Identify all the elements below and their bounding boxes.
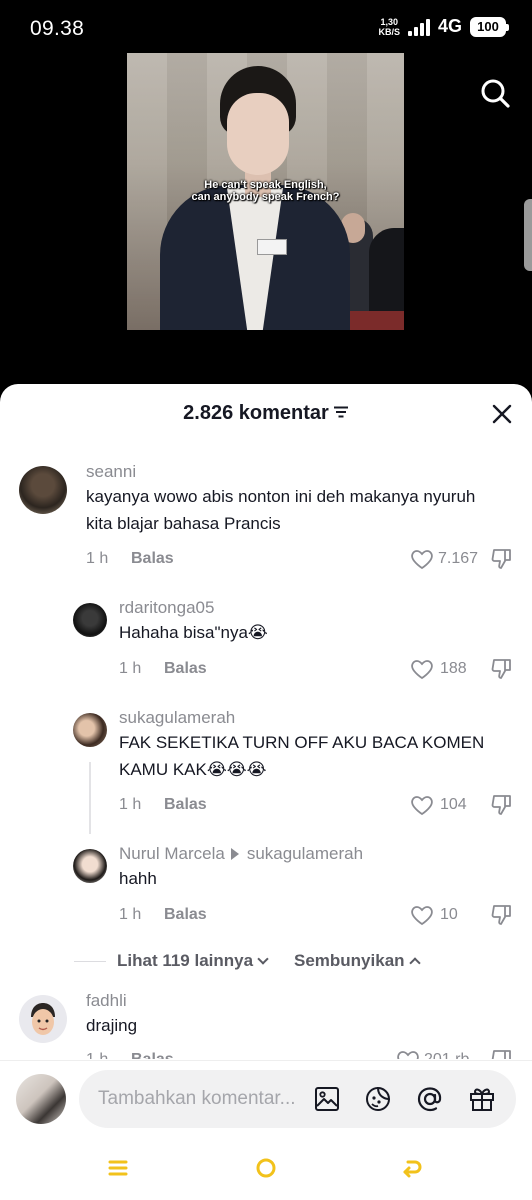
comment-username[interactable]: sukagulamerah <box>119 708 235 728</box>
comment-text-line: FAK SEKETIKA TURN OFF AKU BACA KOMEN <box>119 733 485 752</box>
network-speed: 1,30 KB/S <box>378 17 400 37</box>
network-speed-value: 1,30 <box>380 16 398 27</box>
hide-replies-button[interactable]: Sembunyikan <box>294 951 421 971</box>
reply-arrow-icon <box>230 848 239 860</box>
heart-icon[interactable] <box>410 657 434 681</box>
divider <box>74 961 106 962</box>
heart-icon[interactable] <box>410 793 434 817</box>
comment-reply-item: sukagulamerah FAK SEKETIKA TURN OFF AKU … <box>0 708 532 832</box>
close-icon[interactable] <box>490 402 514 426</box>
chevron-up-icon <box>408 957 421 969</box>
comment-text-line: KAMU KAK😭😭😭 <box>119 760 267 779</box>
avatar[interactable] <box>19 995 67 1043</box>
comment-username-label: Nurul Marcela <box>119 844 225 863</box>
comment-username[interactable]: Nurul Marcela sukagulamerah <box>119 844 363 864</box>
subtitle-line-2: can anybody speak French? <box>191 191 340 203</box>
reply-button[interactable]: Balas <box>164 796 207 814</box>
comment-item: fadhli drajing 1 h Balas 201 rb <box>0 991 532 1059</box>
heart-icon[interactable] <box>410 903 434 927</box>
battery-icon: 100 <box>470 16 509 37</box>
replies-toggle-row: Lihat 119 lainnya Sembunyikan <box>0 947 532 977</box>
video-player[interactable]: He can't speak English, can anybody spea… <box>127 53 404 330</box>
network-type: 4G <box>437 16 462 36</box>
like-count: 104 <box>440 796 467 813</box>
comment-username[interactable]: rdaritonga05 <box>119 598 214 618</box>
comment-time: 1 h <box>119 906 142 923</box>
comment-username[interactable]: seanni <box>86 462 136 482</box>
side-panel-handle[interactable] <box>524 199 532 271</box>
like-count: 10 <box>440 906 458 923</box>
like-count: 188 <box>440 660 467 677</box>
gift-icon[interactable] <box>468 1085 496 1113</box>
comment-time: 1 h <box>119 660 142 677</box>
reply-button[interactable]: Balas <box>164 906 207 924</box>
image-icon[interactable] <box>313 1085 341 1113</box>
hide-label: Sembunyikan <box>294 951 405 970</box>
comment-count-label: 2.826 komentar <box>183 402 329 424</box>
heart-icon[interactable] <box>410 547 434 571</box>
comment-reply-item: rdaritonga05 Hahaha bisa"nya😭 1 h Balas … <box>0 598 532 692</box>
view-more-label: Lihat 119 lainnya <box>117 951 254 970</box>
system-nav-bar <box>0 1136 532 1200</box>
dislike-icon[interactable] <box>490 547 514 571</box>
like-count: 7.167 <box>438 550 479 567</box>
my-avatar[interactable] <box>16 1074 66 1124</box>
search-icon[interactable] <box>479 77 511 109</box>
avatar[interactable] <box>73 603 107 637</box>
dislike-icon[interactable] <box>490 1048 514 1059</box>
mention-icon[interactable] <box>416 1085 444 1113</box>
reply-button[interactable]: Balas <box>131 550 174 568</box>
video-subtitle: He can't speak English, can anybody spea… <box>127 179 404 203</box>
comment-input-placeholder: Tambahkan komentar... <box>98 1088 296 1109</box>
sort-icon[interactable] <box>333 406 349 418</box>
dislike-icon[interactable] <box>490 793 514 817</box>
comment-time: 1 h <box>86 1051 108 1059</box>
comment-list[interactable]: seanni kayanya wowo abis nonton ini deh … <box>0 444 532 1059</box>
comment-sheet: 2.826 komentar seanni kayanya wowo abis … <box>0 384 532 1200</box>
comment-text-line: kayanya wowo abis nonton ini deh makanya… <box>86 487 476 506</box>
avatar[interactable] <box>19 466 67 514</box>
signal-icon <box>407 18 430 36</box>
status-time: 09.38 <box>30 17 85 40</box>
reply-button[interactable]: Balas <box>164 660 207 678</box>
comment-time: 1 h <box>119 796 142 813</box>
comment-text-line: hahh <box>119 869 157 888</box>
like-count: 201 rb <box>424 1051 469 1059</box>
back-icon[interactable] <box>400 1156 424 1180</box>
home-circle-icon[interactable] <box>254 1156 278 1180</box>
view-more-replies-button[interactable]: Lihat 119 lainnya <box>117 951 269 971</box>
dislike-icon[interactable] <box>490 657 514 681</box>
status-bar: 09.38 1,30 KB/S 4G 100 <box>0 0 532 56</box>
comment-reply-item: Nurul Marcela sukagulamerah hahh 1 h Bala… <box>0 844 532 938</box>
subtitle-line-1: He can't speak English, <box>204 179 327 191</box>
chevron-down-icon <box>257 953 269 965</box>
network-speed-unit: KB/S <box>378 26 400 37</box>
comment-count-title[interactable]: 2.826 komentar <box>0 402 532 425</box>
emoji-icon[interactable] <box>364 1085 392 1113</box>
dislike-icon[interactable] <box>490 903 514 927</box>
heart-icon[interactable] <box>396 1048 420 1059</box>
reply-button[interactable]: Balas <box>131 1051 174 1059</box>
comment-sheet-header: 2.826 komentar <box>0 384 532 444</box>
comment-input-bar: Tambahkan komentar... <box>0 1060 532 1136</box>
comment-time: 1 h <box>86 550 109 567</box>
comment-text-line: drajing <box>86 1016 138 1035</box>
comment-input[interactable]: Tambahkan komentar... <box>79 1070 516 1128</box>
comment-username[interactable]: fadhli <box>86 991 127 1011</box>
comment-text-line: Hahaha bisa"nya😭 <box>119 623 268 642</box>
status-indicators: 1,30 KB/S 4G 100 <box>378 16 509 37</box>
avatar[interactable] <box>73 713 107 747</box>
menu-icon[interactable] <box>106 1156 130 1180</box>
reply-to-username[interactable]: sukagulamerah <box>247 844 363 863</box>
memoji-icon <box>31 1003 55 1035</box>
comment-item: seanni kayanya wowo abis nonton ini deh … <box>0 462 532 586</box>
comment-text-line: kita blajar bahasa Prancis <box>86 514 281 533</box>
avatar[interactable] <box>73 849 107 883</box>
